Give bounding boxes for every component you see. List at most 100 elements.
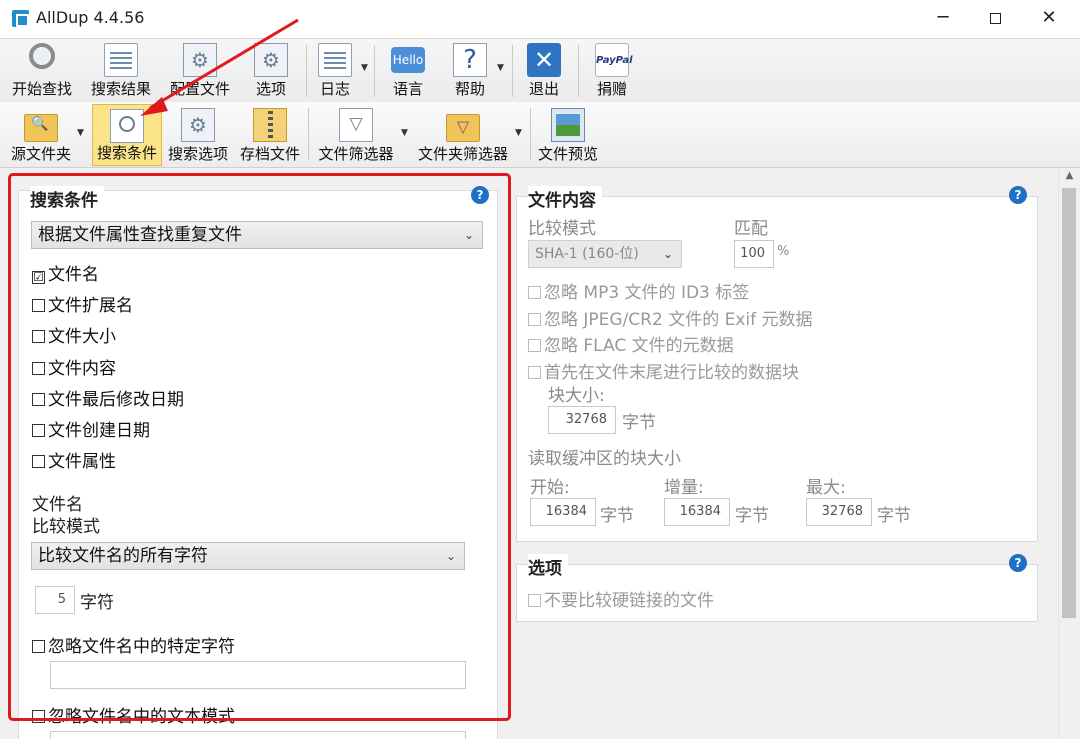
options-label: 选项 — [255, 80, 286, 98]
folder-filter-dropdown-arrow[interactable]: ▼ — [515, 128, 522, 138]
close-button[interactable]: ✕ — [1022, 0, 1076, 38]
help-button[interactable]: ? 帮助 — [444, 39, 496, 101]
help-question-icon: ? — [453, 43, 487, 77]
folder-filter-button[interactable]: 文件夹筛选器 — [414, 104, 512, 166]
options-help-icon[interactable]: ? — [1009, 554, 1027, 572]
paypal-icon: PayPal — [595, 43, 633, 77]
app-icon — [12, 10, 29, 27]
archive-files-button[interactable]: 存档文件 — [236, 104, 304, 166]
scroll-up-arrow-icon[interactable]: ▲ — [1059, 170, 1080, 181]
search-criteria-label: 搜索条件 — [96, 144, 157, 162]
log-icon — [318, 43, 352, 77]
checkbox-box — [528, 339, 541, 352]
checkbox-label: 忽略 MP3 文件的 ID3 标签 — [544, 283, 750, 303]
file-preview-label: 文件预览 — [537, 145, 598, 163]
help-dropdown-arrow[interactable]: ▼ — [497, 63, 504, 73]
donate-label: 捐赠 — [596, 80, 627, 98]
file-filter-dropdown-arrow[interactable]: ▼ — [401, 128, 408, 138]
config-file-icon — [183, 43, 217, 77]
file-preview-button[interactable]: 文件预览 — [534, 104, 602, 166]
archive-zip-icon — [253, 108, 287, 142]
start-input[interactable]: 16384 — [530, 498, 596, 526]
checkbox-box — [528, 313, 541, 326]
checkbox-ignore-jpeg[interactable]: 忽略 JPEG/CR2 文件的 Exif 元数据 — [528, 305, 813, 330]
checkbox-compare-tail[interactable]: 首先在文件末尾进行比较的数据块 — [528, 358, 799, 383]
max-unit: 字节 — [877, 506, 911, 526]
start-search-label: 开始查找 — [11, 80, 72, 98]
folder-search-icon — [24, 114, 58, 142]
donate-button[interactable]: PayPal 捐赠 — [584, 39, 640, 101]
max-input[interactable]: 32768 — [806, 498, 872, 526]
log-dropdown-arrow[interactable]: ▼ — [361, 63, 368, 73]
file-filter-label: 文件筛选器 — [318, 145, 394, 163]
options-button[interactable]: 选项 — [240, 39, 302, 101]
log-button[interactable]: 日志 — [310, 39, 360, 101]
main-toolbar: 开始查找 搜索结果 配置文件 选项 日志 ▼ Hello 语言 ? 帮助 ▼ ✕… — [0, 38, 1080, 102]
toolbar-separator — [308, 108, 309, 160]
archive-files-label: 存档文件 — [239, 145, 300, 163]
toolbar-separator — [578, 45, 579, 97]
file-filter-icon — [339, 108, 373, 142]
checkbox-label: 忽略 JPEG/CR2 文件的 Exif 元数据 — [544, 310, 813, 330]
config-files-label: 配置文件 — [169, 80, 230, 98]
step-input[interactable]: 16384 — [664, 498, 730, 526]
vertical-scrollbar[interactable]: ▲ — [1058, 168, 1080, 739]
checkbox-ignore-mp3[interactable]: 忽略 MP3 文件的 ID3 标签 — [528, 278, 749, 303]
match-input[interactable]: 100 — [734, 240, 774, 268]
content-compare-mode-label: 比较模式 — [528, 219, 596, 239]
buffer-size-label: 读取缓冲区的块大小 — [528, 449, 681, 469]
magnifier-icon — [29, 43, 55, 69]
language-button[interactable]: Hello 语言 — [380, 39, 436, 101]
start-search-button[interactable]: 开始查找 — [6, 39, 78, 101]
block-size-input[interactable]: 32768 — [548, 406, 616, 434]
exit-x-icon: ✕ — [527, 43, 561, 77]
search-options-label: 搜索选项 — [167, 145, 228, 163]
exit-button[interactable]: ✕ 退出 — [518, 39, 570, 101]
source-folder-label: 源文件夹 — [10, 145, 71, 163]
language-label: 语言 — [392, 80, 423, 98]
chevron-down-icon: ⌄ — [662, 247, 673, 261]
checkbox-box — [528, 366, 541, 379]
hash-mode-value: SHA-1 (160-位) — [535, 246, 639, 262]
content-help-icon[interactable]: ? — [1009, 186, 1027, 204]
minimize-button[interactable]: ─ — [916, 0, 970, 38]
view-toolbar: 源文件夹 ▼ 搜索条件 搜索选项 存档文件 文件筛选器 ▼ 文件夹筛选器 ▼ 文… — [0, 102, 1080, 168]
toolbar-separator — [530, 108, 531, 160]
title-bar: AllDup 4.4.56 ─ ✕ — [0, 0, 1080, 38]
checkbox-ignore-flac[interactable]: 忽略 FLAC 文件的元数据 — [528, 331, 734, 356]
checkbox-no-hardlinks[interactable]: 不要比较硬链接的文件 — [528, 586, 714, 611]
search-results-button[interactable]: 搜索结果 — [84, 39, 158, 101]
block-size-unit: 字节 — [622, 413, 656, 433]
window-title: AllDup 4.4.56 — [36, 8, 145, 27]
scrollbar-thumb[interactable] — [1062, 188, 1076, 618]
file-filter-button[interactable]: 文件筛选器 — [314, 104, 398, 166]
checkbox-label: 首先在文件末尾进行比较的数据块 — [544, 363, 799, 383]
search-options-icon — [181, 108, 215, 142]
source-folder-dropdown-arrow[interactable]: ▼ — [77, 128, 84, 138]
toolbar-separator — [306, 45, 307, 97]
file-content-title: 文件内容 — [528, 186, 602, 211]
source-folder-button[interactable]: 源文件夹 — [6, 104, 76, 166]
results-list-icon — [104, 43, 138, 77]
folder-filter-icon — [446, 114, 480, 142]
language-hello-icon: Hello — [391, 47, 425, 73]
highlight-frame — [8, 173, 511, 721]
search-options-button[interactable]: 搜索选项 — [166, 104, 230, 166]
step-label: 增量: — [664, 478, 704, 498]
help-label: 帮助 — [454, 80, 485, 98]
maximize-button[interactable] — [968, 0, 1022, 38]
checkbox-label: 不要比较硬链接的文件 — [544, 591, 714, 611]
toolbar-separator — [512, 45, 513, 97]
match-unit: % — [777, 244, 790, 259]
ignore-pattern-input[interactable] — [50, 731, 466, 739]
search-criteria-icon — [110, 109, 144, 143]
config-files-button[interactable]: 配置文件 — [164, 39, 236, 101]
block-size-label: 块大小: — [548, 386, 605, 406]
hash-mode-select[interactable]: SHA-1 (160-位) ⌄ — [528, 240, 682, 268]
max-label: 最大: — [806, 478, 846, 498]
search-criteria-button[interactable]: 搜索条件 — [92, 104, 162, 166]
file-preview-icon — [551, 108, 585, 142]
options-title: 选项 — [528, 554, 568, 579]
exit-label: 退出 — [528, 80, 559, 98]
checkbox-box — [528, 594, 541, 607]
